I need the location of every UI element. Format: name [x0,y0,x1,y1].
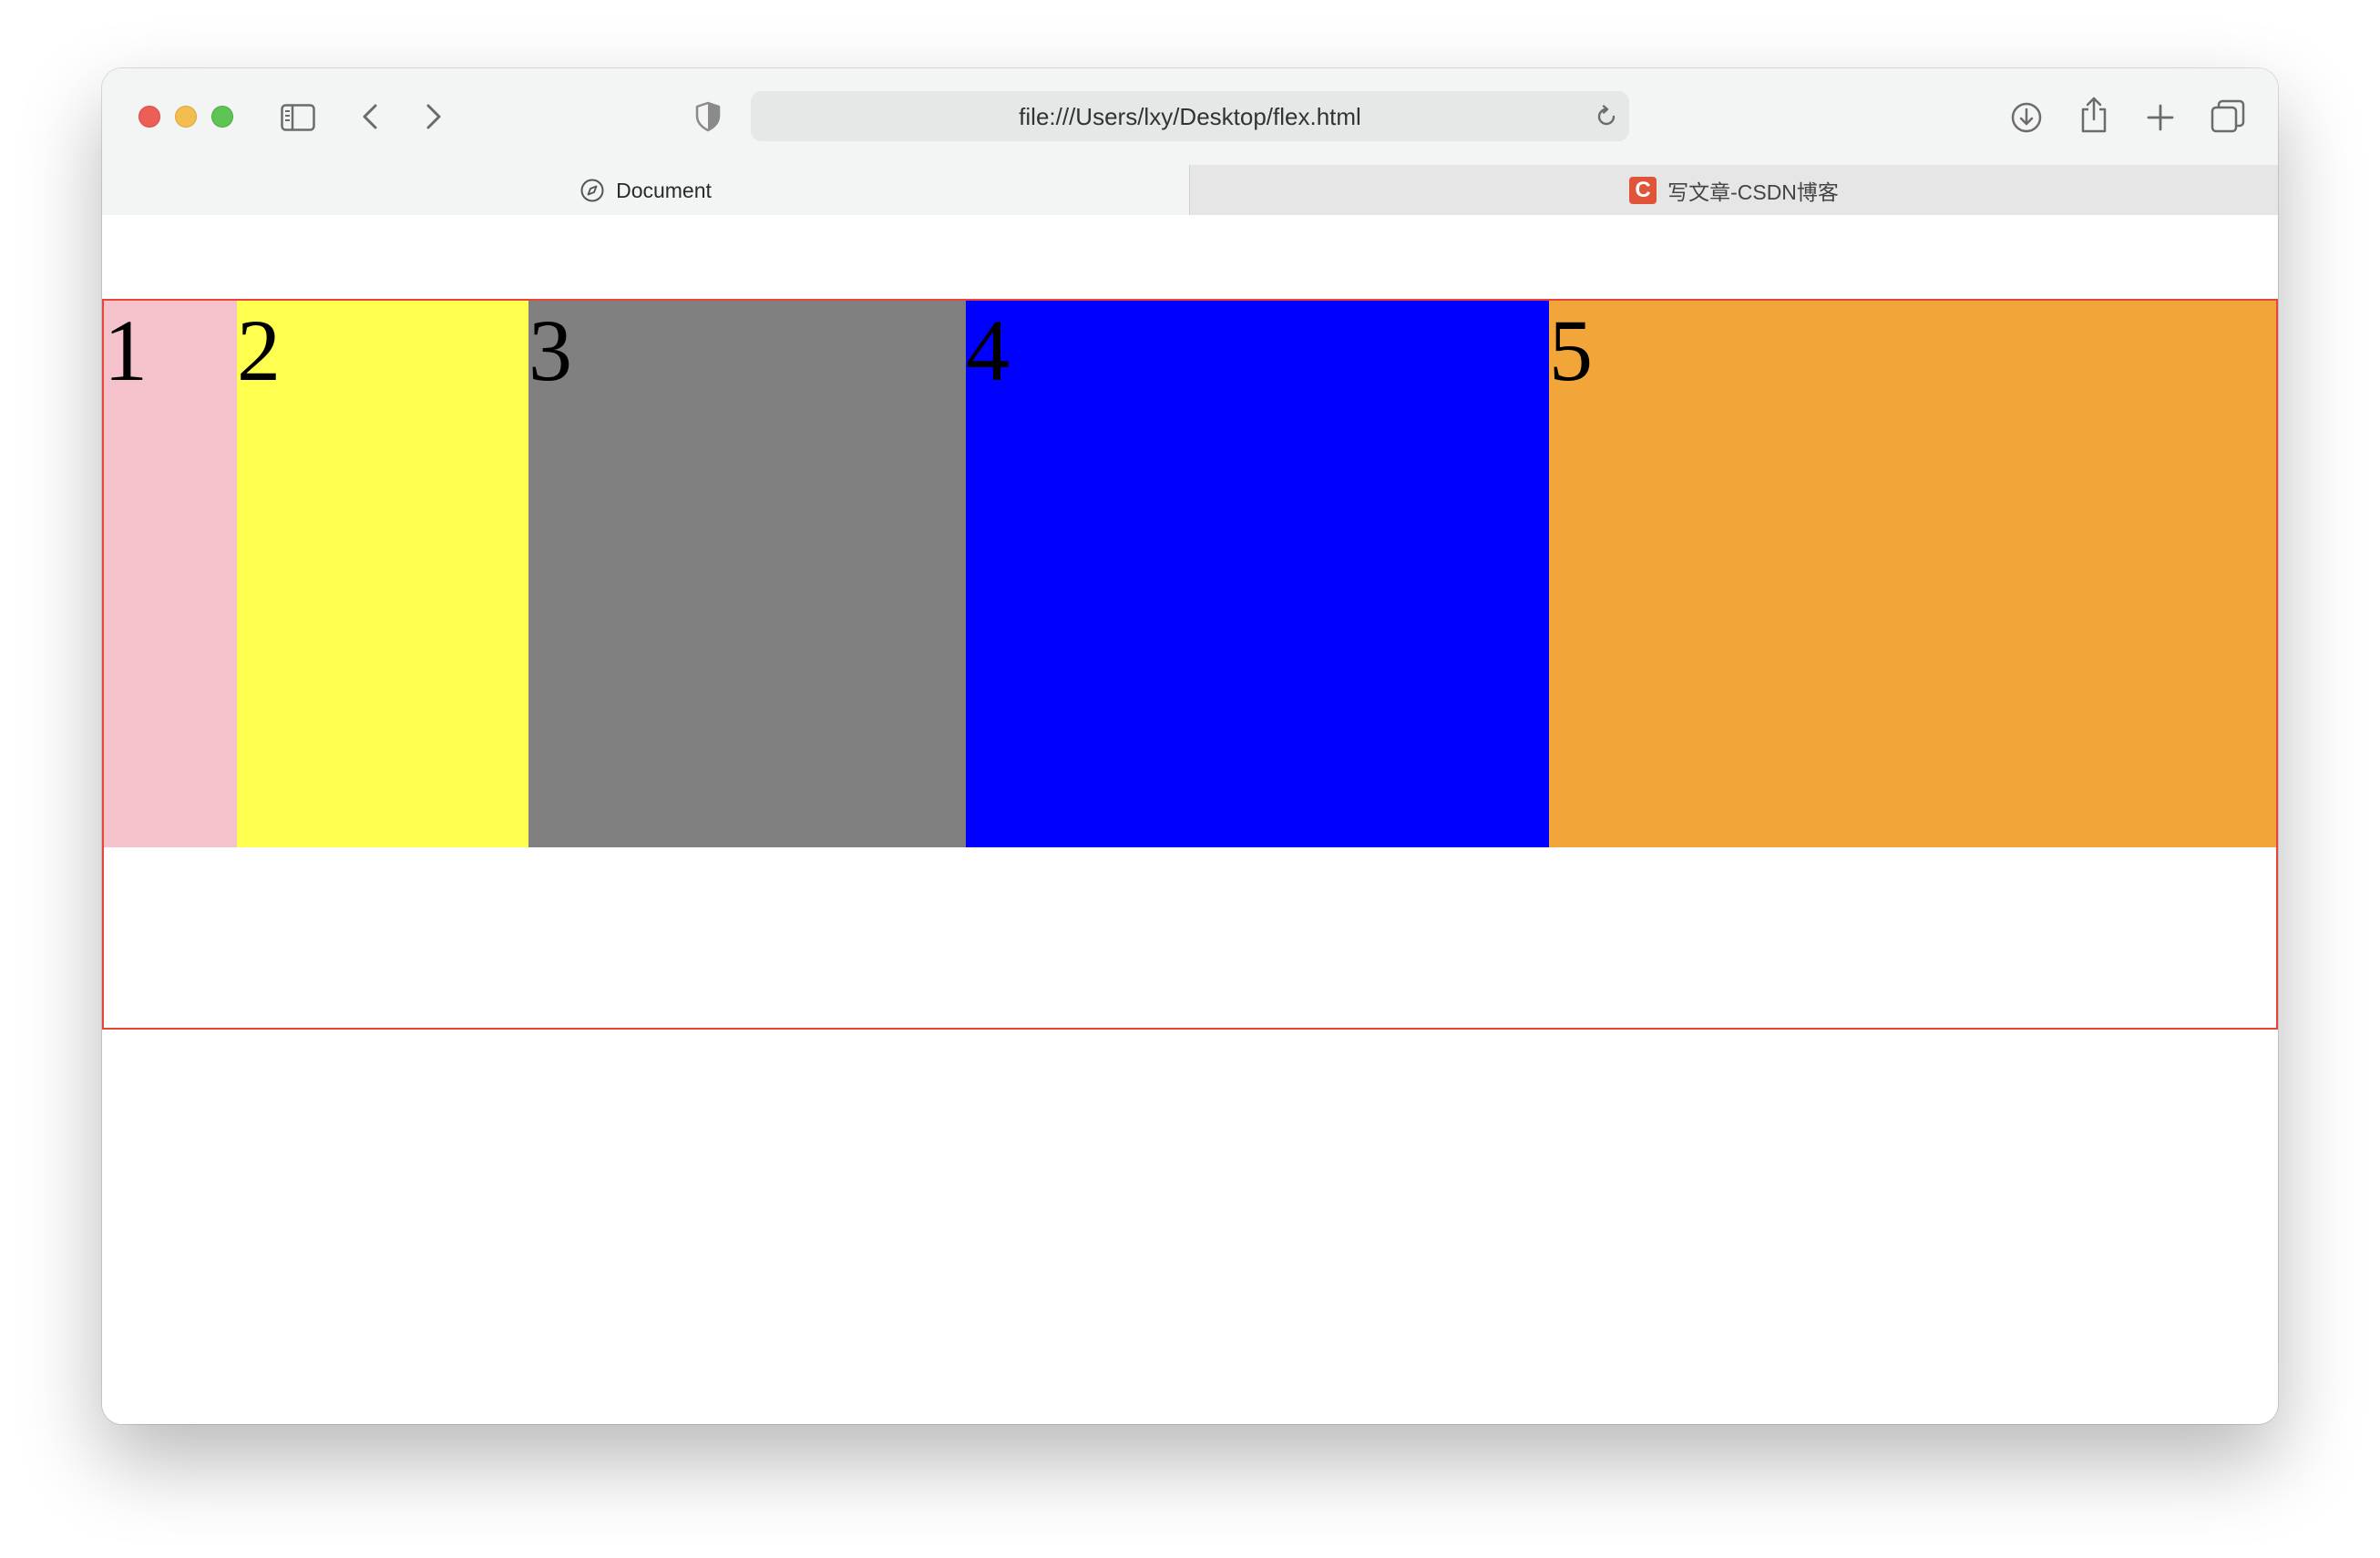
csdn-logo-icon: C [1629,176,1657,204]
privacy-shield-icon[interactable] [695,101,721,132]
back-chevron-icon[interactable] [361,103,379,130]
address-bar[interactable]: file:///Users/lxy/Desktop/flex.html [751,91,1629,141]
flex-item-1: 1 [104,301,237,847]
tab-bar: Document C 写文章-CSDN博客 [102,165,2278,216]
tab-label: 写文章-CSDN博客 [1667,179,1839,204]
flex-item-3: 3 [528,301,966,847]
tab-label: Document [616,178,712,202]
title-bar: file:///Users/lxy/Desktop/flex.html [102,68,2278,165]
zoom-window-button[interactable] [211,106,233,128]
download-icon[interactable] [2010,101,2043,134]
tab-csdn[interactable]: C 写文章-CSDN博客 [1189,165,2278,215]
share-icon[interactable] [2079,96,2108,134]
page-viewport: 1 2 3 4 5 [102,215,2278,1424]
sidebar-icon[interactable] [281,104,315,131]
reload-icon[interactable] [1595,105,1618,128]
flex-item-5: 5 [1549,301,2276,847]
forward-chevron-icon[interactable] [425,103,443,130]
close-window-button[interactable] [138,106,160,128]
minimize-window-button[interactable] [175,106,197,128]
flex-item-2: 2 [237,301,528,847]
url-text: file:///Users/lxy/Desktop/flex.html [1019,103,1361,130]
tab-document[interactable]: Document [102,165,1189,216]
compass-icon [580,178,605,203]
csdn-badge: C [1629,176,1657,204]
flex-item-4: 4 [966,301,1549,847]
tab-overview-icon[interactable] [2211,99,2245,134]
browser-window: file:///Users/lxy/Desktop/flex.html Docu… [102,68,2278,1424]
new-tab-plus-icon[interactable] [2146,103,2175,132]
flex-container: 1 2 3 4 5 [102,299,2278,1030]
